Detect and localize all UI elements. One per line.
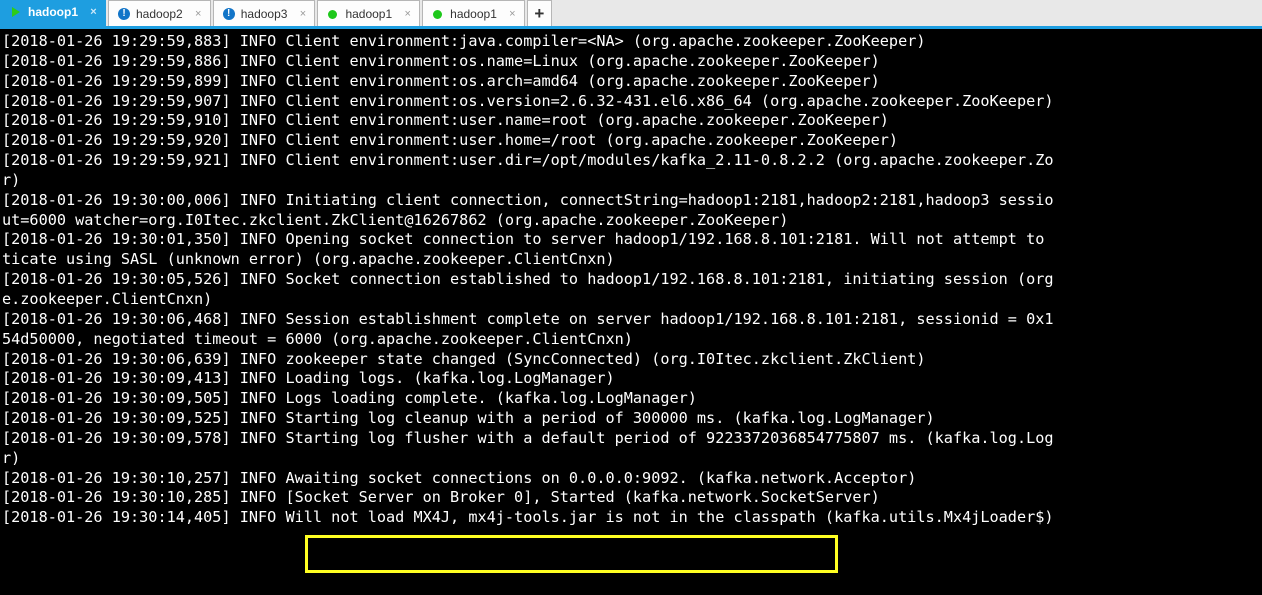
terminal-line: [2018-01-26 19:30:14,405] INFO Will not … [2,508,1054,527]
close-icon[interactable]: × [402,8,413,20]
tab-label: hadoop1 [28,5,78,19]
highlight-annotation-box [305,535,838,573]
terminal-line: [2018-01-26 19:29:59,907] INFO Client en… [2,91,1054,110]
dot-icon [327,8,339,20]
terminal-line: ut=6000 watcher=org.I0Itec.zkclient.ZkCl… [2,210,789,229]
terminal-line: ticate using SASL (unknown error) (org.a… [2,250,615,269]
tab-label: hadoop1 [450,6,497,21]
terminal-line: [2018-01-26 19:30:01,350] INFO Opening s… [2,230,1054,249]
terminal-line: [2018-01-26 19:30:05,526] INFO Socket co… [2,270,1054,289]
terminal-line: [2018-01-26 19:30:06,468] INFO Session e… [2,309,1054,328]
close-icon[interactable]: × [193,8,204,20]
close-icon[interactable]: × [297,8,308,20]
terminal-line: [2018-01-26 19:29:59,921] INFO Client en… [2,151,1054,170]
terminal-text: [2018-01-26 19:29:59,883] INFO Client en… [2,32,1262,528]
terminal-line: [2018-01-26 19:30:06,639] INFO zookeeper… [2,349,926,368]
tab-hadoop3-2[interactable]: hadoop3 × [212,0,316,26]
new-tab-button[interactable]: + [526,0,552,26]
tab-label: hadoop3 [240,6,288,21]
terminal-line: [2018-01-26 19:30:09,413] INFO Loading l… [2,369,615,388]
terminal-line: [2018-01-26 19:30:10,257] INFO Awaiting … [2,468,917,487]
tab-label: hadoop1 [345,6,393,21]
tab-hadoop1-3[interactable]: hadoop1 × [317,0,421,26]
tab-hadoop1-4[interactable]: hadoop1 × [422,0,525,26]
terminal-line: [2018-01-26 19:29:59,883] INFO Client en… [2,32,926,50]
terminal-line: [2018-01-26 19:29:59,920] INFO Client en… [2,131,899,150]
terminal-line: [2018-01-26 19:30:09,525] INFO Starting … [2,409,935,428]
terminal-line: [2018-01-26 19:29:59,910] INFO Client en… [2,111,889,130]
tab-hadoop1-0[interactable]: hadoop1 × [0,0,106,26]
info-icon [222,7,235,20]
terminal-line: [2018-01-26 19:30:10,285] INFO [Socket S… [2,488,880,507]
terminal-line: [2018-01-26 19:29:59,886] INFO Client en… [2,51,880,70]
terminal-line: r) [2,448,21,467]
terminal-line: [2018-01-26 19:29:59,899] INFO Client en… [2,71,880,90]
close-icon[interactable]: × [88,6,99,18]
tab-bar: hadoop1 × hadoop2 × hadoop3 × hadoop1 × hadoop1 ×… [0,0,1262,29]
tab-label: hadoop2 [136,6,183,21]
terminal-line: [2018-01-26 19:30:00,006] INFO Initiatin… [2,190,1054,209]
terminal-line: [2018-01-26 19:30:09,505] INFO Logs load… [2,389,697,408]
dot-icon [432,8,444,20]
terminal-line: e.zookeeper.ClientCnxn) [2,289,213,308]
terminal-output[interactable]: [2018-01-26 19:29:59,883] INFO Client en… [0,29,1262,595]
play-icon [10,6,22,18]
close-icon[interactable]: × [507,8,518,20]
tab-hadoop2-1[interactable]: hadoop2 × [108,0,211,26]
terminal-line: r) [2,170,21,189]
terminal-line: 54d50000, negotiated timeout = 6000 (org… [2,329,633,348]
terminal-line: [2018-01-26 19:30:09,578] INFO Starting … [2,428,1054,447]
info-icon [118,7,130,20]
